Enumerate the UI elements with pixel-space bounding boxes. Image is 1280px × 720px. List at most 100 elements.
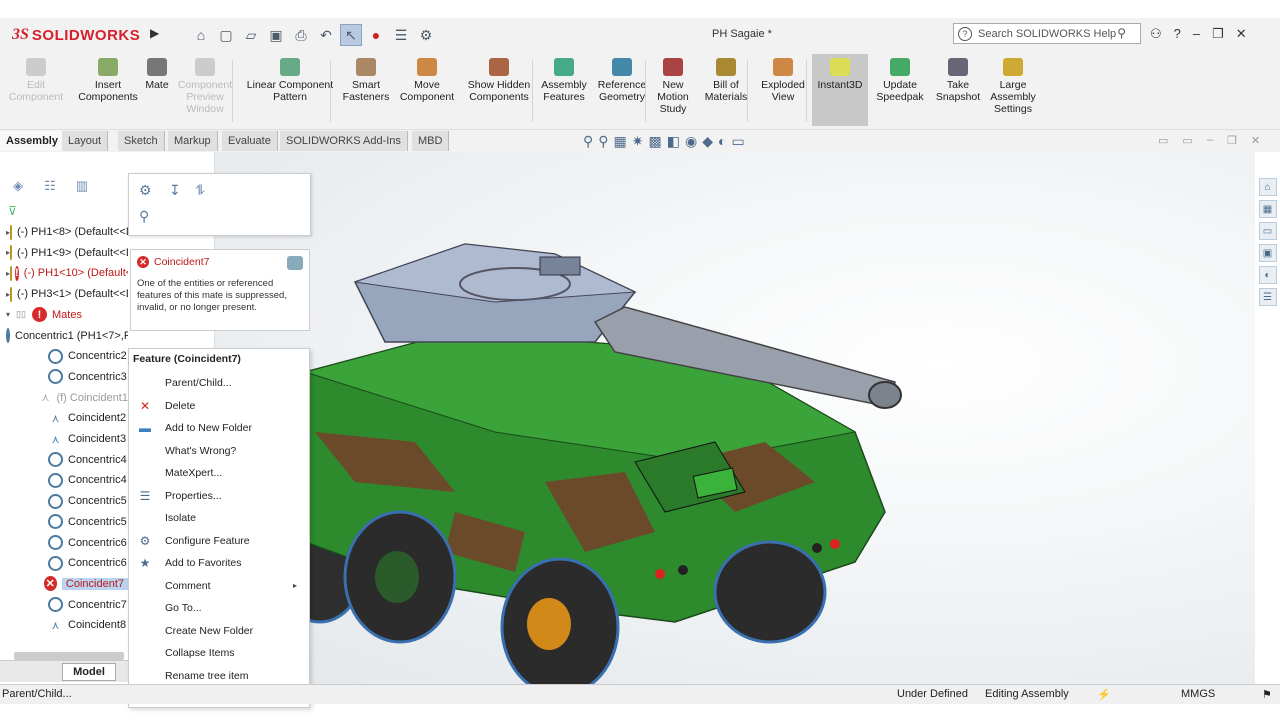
custom-properties-icon[interactable]: ☰ (1258, 288, 1277, 306)
solidworks-resources-icon[interactable]: ⌂ (1258, 178, 1277, 196)
suppress-icon[interactable]: ↧ (169, 182, 181, 199)
filter-icon[interactable]: ⊽ (8, 204, 17, 218)
menu-item-create-new-folder[interactable]: Create New Folder (129, 620, 309, 642)
rollback-icon[interactable]: ⥮ (195, 182, 205, 199)
options-gear-icon[interactable]: ⚙ (415, 24, 437, 46)
graphics-area[interactable] (215, 152, 1255, 692)
tree-item[interactable]: Concentric5 (0, 491, 128, 511)
user-icon[interactable]: ⚇ (1150, 26, 1162, 42)
ribbon-button-reference-geometry[interactable]: Reference Geometry (594, 58, 650, 103)
rebuild-status-icon[interactable]: ⚡ (1097, 688, 1111, 701)
menu-item-isolate[interactable]: Isolate (129, 507, 309, 529)
configuration-manager-tab-icon[interactable]: ▥ (72, 176, 92, 196)
view-orientation-icon[interactable]: ◧ (667, 133, 680, 150)
edit-feature-icon[interactable]: ⚙ (139, 182, 152, 199)
ribbon-button-instant3d[interactable]: Instant3D (812, 54, 868, 126)
ribbon-button-large-assembly-settings[interactable]: Large Assembly Settings (985, 58, 1041, 115)
armored-vehicle-model[interactable] (295, 232, 915, 692)
menu-item-properties[interactable]: ☰ Properties... (129, 485, 309, 507)
file-explorer-icon[interactable]: ▭ (1258, 222, 1277, 240)
select-icon[interactable]: ↖ (340, 24, 362, 46)
help-search-input[interactable]: ? Search SOLIDWORKS Help ⚲ (953, 23, 1141, 44)
solidworks-logo[interactable]: 3S SOLIDWORKS (12, 24, 142, 46)
ribbon-button-assembly-features[interactable]: Assembly Features (538, 58, 590, 103)
tree-item[interactable]: Concentric6 (0, 553, 128, 573)
tree-item[interactable]: Concentric4 (0, 450, 128, 470)
close-icon[interactable]: ✕ (1236, 26, 1247, 42)
tree-item[interactable]: ▸!(-) PH1<10> (Default<<Default (0, 263, 128, 283)
display-style-icon[interactable]: ◉ (685, 133, 697, 150)
undo-icon[interactable]: ↶ (315, 24, 337, 46)
tree-item[interactable]: ⋏ Coincident2 (0, 408, 128, 428)
minimize-icon[interactable]: – (1193, 26, 1200, 42)
viewport-restore-icon[interactable]: ❐ (1227, 134, 1237, 147)
ribbon-button-bill-of-materials[interactable]: Bill of Materials (700, 58, 752, 103)
scene-icon[interactable]: ▭ (731, 133, 744, 150)
design-library-icon[interactable]: ▦ (1258, 200, 1277, 218)
previous-view-icon[interactable]: ▦ (614, 133, 627, 150)
tree-item[interactable]: ▸(-) PH1<8> (Default<<Default (0, 222, 128, 242)
tree-item[interactable]: Concentric1 (PH1<7>,PH2 (0, 326, 128, 346)
tree-item[interactable]: ⋏ Coincident3 (0, 429, 128, 449)
viewport-minimize-icon[interactable]: – (1207, 134, 1213, 147)
menu-item-collapse-items[interactable]: Collapse Items (129, 642, 309, 664)
appearances-icon[interactable]: ◐ (1258, 266, 1277, 284)
expand-arrow-icon[interactable]: ▾ (6, 310, 16, 319)
ribbon-button-take-snapshot[interactable]: Take Snapshot (932, 58, 984, 103)
menu-expand-arrow-icon[interactable]: ▶ (150, 26, 159, 40)
tree-item[interactable]: ▸(-) PH3<1> (Default<<Default (0, 284, 128, 304)
customize-status-icon[interactable]: ⚑ (1262, 688, 1272, 701)
tree-item[interactable]: ▾ ▯▯! Mates (0, 305, 128, 325)
tree-item[interactable]: ▸(-) PH1<9> (Default<<Default (0, 243, 128, 263)
ribbon-button-update-speedpak[interactable]: Update Speedpak (872, 58, 928, 103)
property-manager-tab-icon[interactable]: ☷ (40, 176, 60, 196)
viewport-close-icon[interactable]: ✕ (1251, 134, 1260, 147)
zoom-to-selection-icon[interactable]: ⚲ (139, 208, 149, 225)
open-icon[interactable]: ▱ (240, 24, 262, 46)
hide-show-items-icon[interactable]: ◆ (702, 133, 713, 150)
ribbon-button-show-hidden-components[interactable]: Show Hidden Components (466, 58, 532, 103)
tab-assembly[interactable]: Assembly (0, 131, 65, 151)
tab-evaluate[interactable]: Evaluate (222, 131, 278, 151)
ribbon-button-new-motion-study[interactable]: New Motion Study (650, 58, 696, 115)
menu-item-what-s-wrong[interactable]: What's Wrong? (129, 440, 309, 462)
print-icon[interactable]: ⎙ (290, 24, 312, 46)
menu-item-go-to[interactable]: Go To... (129, 597, 309, 619)
menu-item-comment[interactable]: Comment ▸ (129, 575, 309, 597)
viewport-split-icon[interactable]: ▭ (1182, 134, 1192, 147)
tab-solidworks-add-ins[interactable]: SOLIDWORKS Add-Ins (280, 131, 408, 151)
tree-item[interactable]: ⋏ (f) Coincident1 (0, 388, 128, 408)
file-properties-icon[interactable]: ☰ (390, 24, 412, 46)
tab-sketch[interactable]: Sketch (118, 131, 165, 151)
ribbon-button-edit-component[interactable]: Edit Component (9, 58, 63, 103)
tree-item[interactable]: Concentric5 (0, 512, 128, 532)
view-palette-icon[interactable]: ▣ (1258, 244, 1277, 262)
tree-item[interactable]: Concentric3 (0, 367, 128, 387)
tab-layout[interactable]: Layout (62, 131, 109, 151)
horizontal-scrollbar[interactable] (14, 652, 124, 660)
ribbon-button-insert-components[interactable]: Insert Components (78, 58, 138, 103)
tab-markup[interactable]: Markup (168, 131, 218, 151)
new-document-icon[interactable]: ▢ (215, 24, 237, 46)
tree-item[interactable]: Concentric7 (0, 595, 128, 615)
model-tab[interactable]: Model (62, 663, 116, 681)
menu-item-parent-child[interactable]: Parent/Child... (129, 372, 309, 394)
ribbon-button-linear-component-pattern[interactable]: Linear Component Pattern (242, 58, 338, 103)
tree-item[interactable]: ✕ Coincident7 (0, 574, 128, 594)
menu-item-add-to-new-folder[interactable]: ▬ Add to New Folder (129, 417, 309, 439)
viewport-tile-icon[interactable]: ▭ (1158, 134, 1168, 147)
dynamic-annotation-icon[interactable]: ▩ (649, 133, 662, 150)
menu-item-matexpert[interactable]: MateXpert... (129, 462, 309, 484)
home-icon[interactable]: ⌂ (190, 24, 212, 46)
tree-item[interactable]: Concentric2 (0, 346, 128, 366)
ribbon-button-component-preview-window[interactable]: Component Preview Window (176, 58, 234, 115)
menu-item-configure-feature[interactable]: ⚙ Configure Feature (129, 530, 309, 552)
section-view-icon[interactable]: ✷ (632, 133, 644, 150)
restore-icon[interactable]: ❐ (1212, 26, 1224, 42)
unit-system[interactable]: MMGS (1181, 688, 1215, 700)
zoom-to-fit-icon[interactable]: ⚲ (583, 133, 593, 150)
ribbon-button-smart-fasteners[interactable]: Smart Fasteners (340, 58, 392, 103)
ribbon-button-exploded-view[interactable]: Exploded View (756, 58, 810, 103)
tree-item[interactable]: Concentric4 (0, 470, 128, 490)
save-icon[interactable]: ▣ (265, 24, 287, 46)
